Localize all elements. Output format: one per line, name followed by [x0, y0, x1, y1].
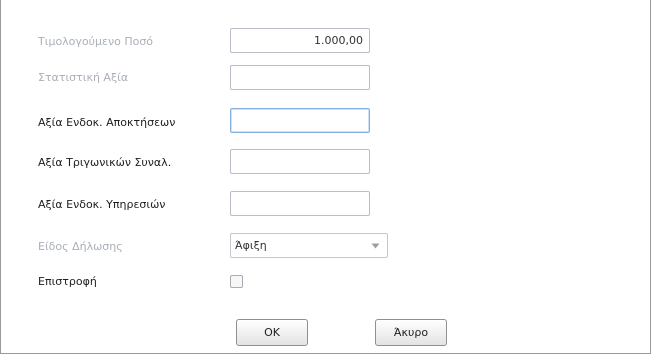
- chevron-down-icon[interactable]: [368, 234, 382, 257]
- refund-checkbox[interactable]: [230, 275, 243, 288]
- acquisitions-value-field[interactable]: [230, 108, 370, 133]
- declaration-type-value: Άφιξη: [235, 239, 267, 252]
- invoiced-amount-label: Τιμολογούμενο Ποσό: [38, 35, 154, 48]
- declaration-type-label: Είδος Δήλωσης: [38, 240, 123, 253]
- services-value-field[interactable]: [230, 191, 370, 216]
- dialog-frame: Τιμολογούμενο Ποσό 1.000,00 Στατιστική Α…: [0, 0, 651, 354]
- invoiced-amount-field[interactable]: 1.000,00: [230, 28, 370, 53]
- declaration-type-select[interactable]: Άφιξη: [230, 233, 388, 258]
- acquisitions-value-label: Αξία Ενδοκ. Αποκτήσεων: [38, 116, 176, 129]
- statistical-value-label: Στατιστική Αξία: [38, 71, 129, 84]
- cancel-button[interactable]: Άκυρο: [375, 319, 447, 346]
- ok-button[interactable]: OK: [236, 319, 308, 346]
- refund-label: Επιστροφή: [38, 275, 97, 288]
- statistical-value-field[interactable]: [230, 65, 370, 90]
- triangular-value-label: Αξία Τριγωνικών Συναλ.: [38, 156, 172, 169]
- triangular-value-field[interactable]: [230, 149, 370, 174]
- services-value-label: Αξία Ενδοκ. Υπηρεσιών: [38, 198, 166, 211]
